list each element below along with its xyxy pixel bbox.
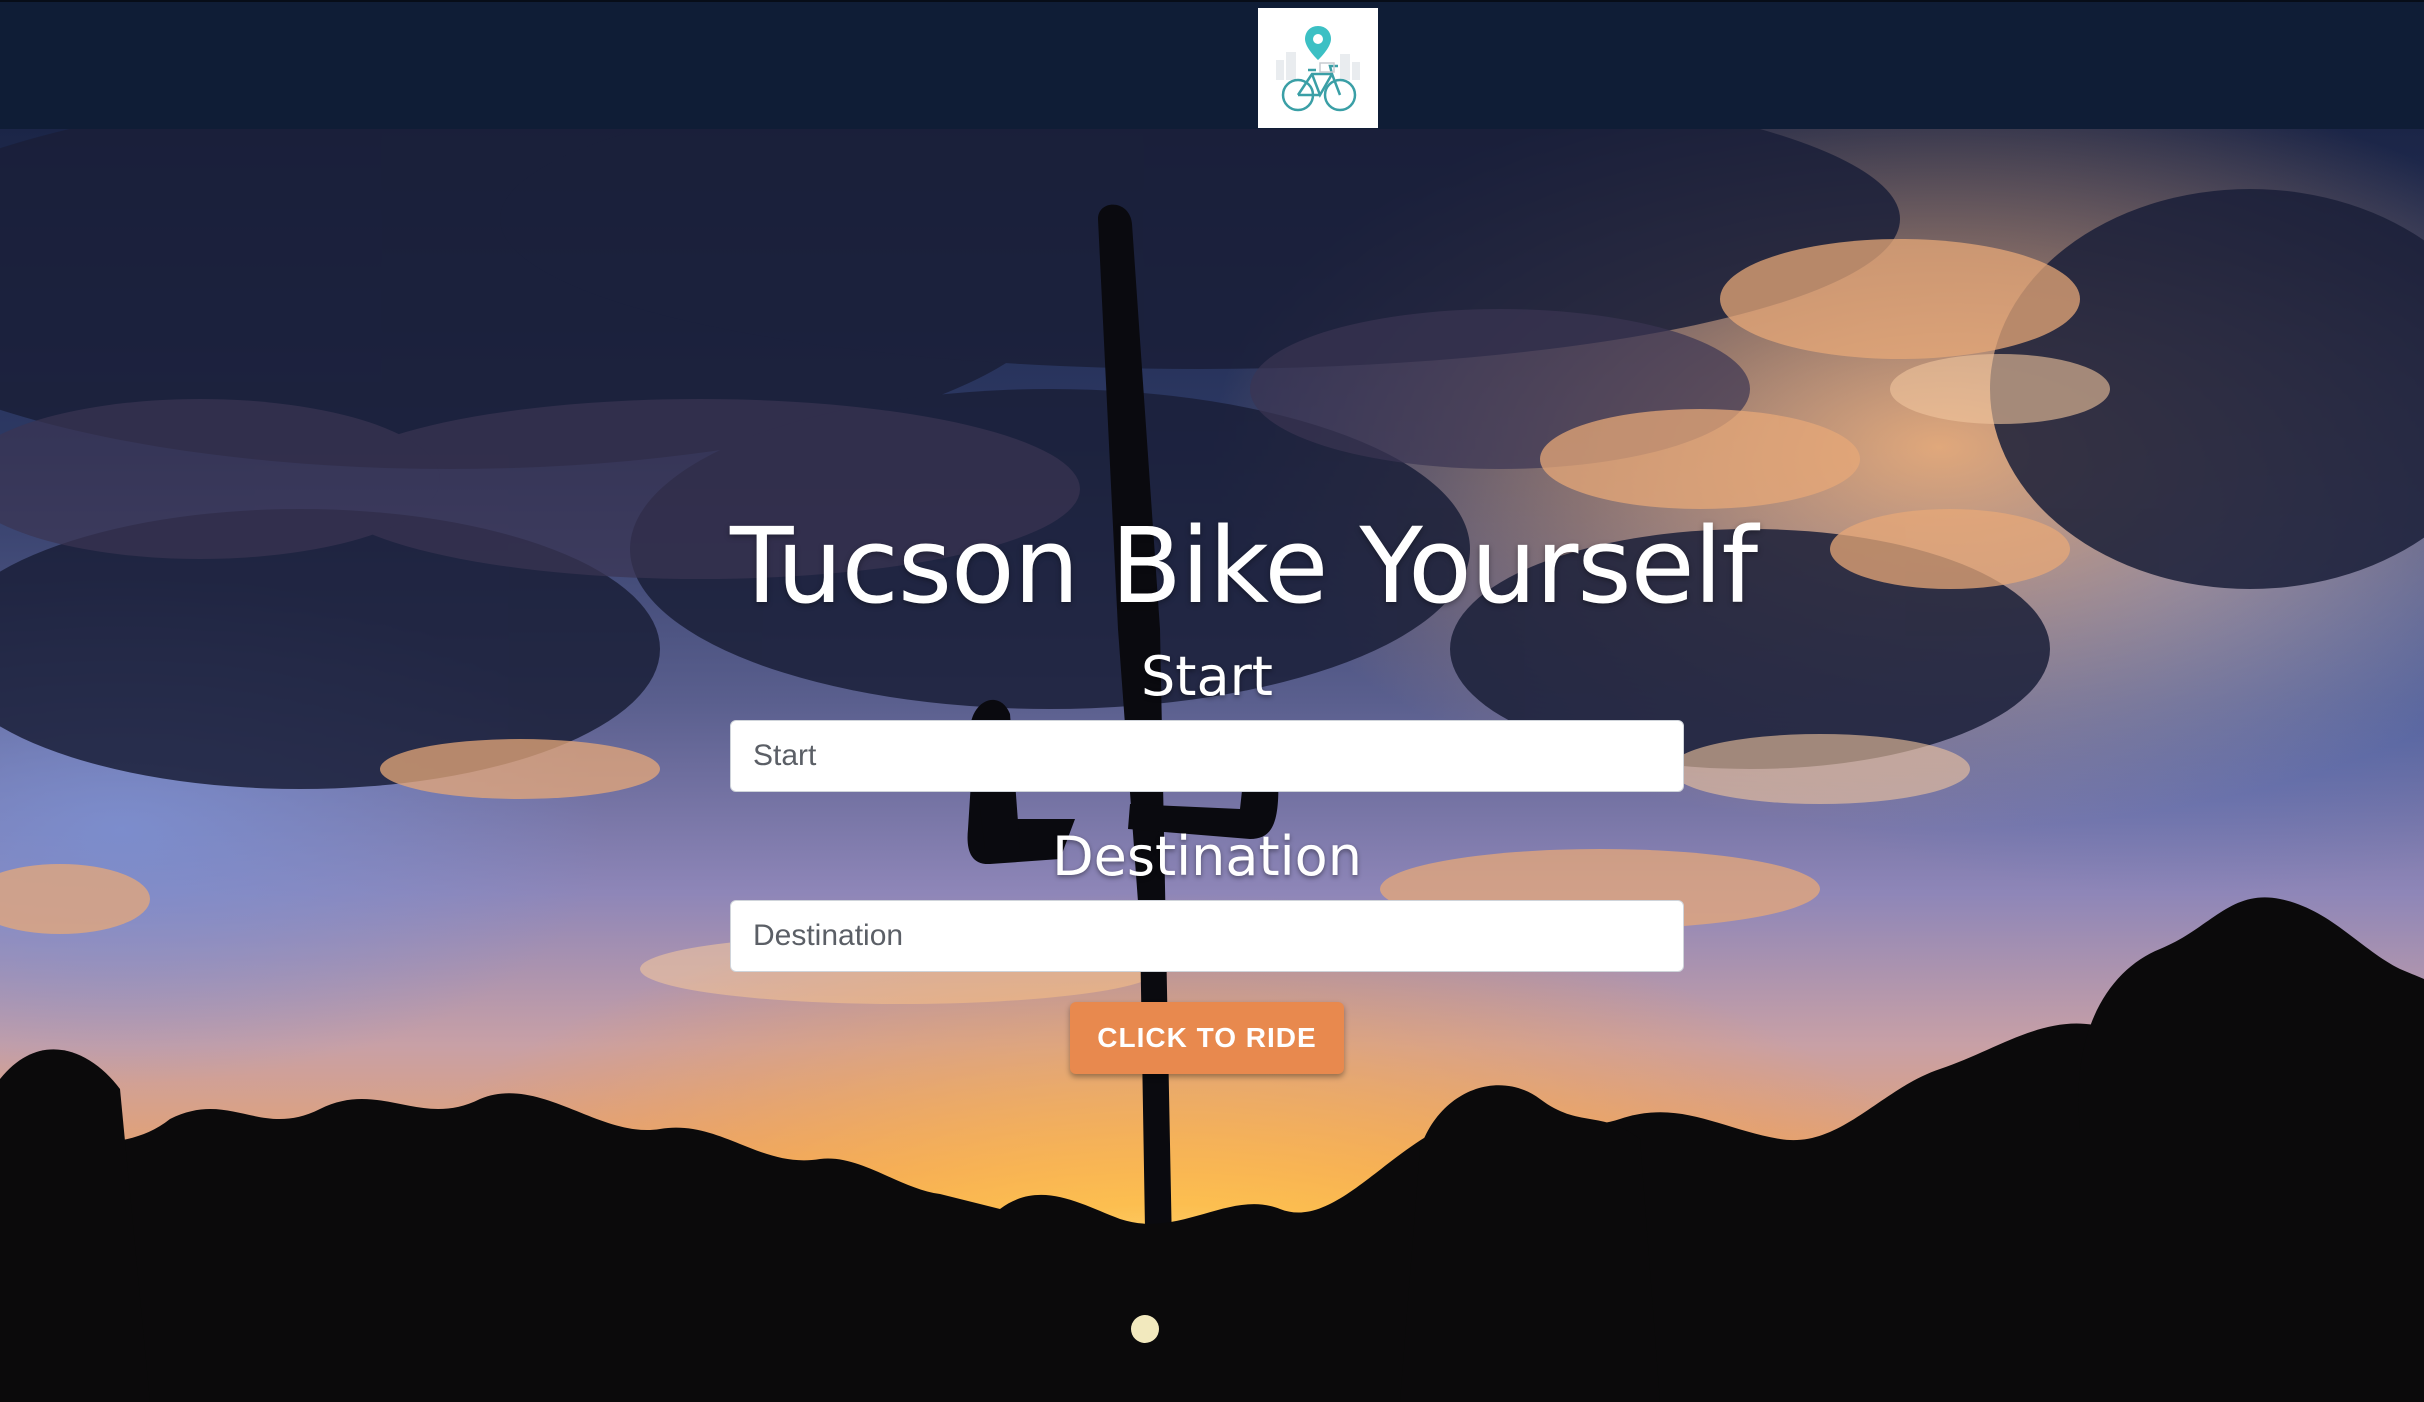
- page: Tucson Bike Yourself Start Destination C…: [0, 0, 2424, 1402]
- top-navbar: [0, 0, 2424, 129]
- destination-label: Destination: [1052, 825, 1362, 888]
- start-label: Start: [1141, 645, 1273, 708]
- site-logo[interactable]: [1258, 8, 1378, 128]
- route-form: Tucson Bike Yourself Start Destination C…: [730, 500, 1758, 1074]
- page-title: Tucson Bike Yourself: [730, 505, 1758, 627]
- submit-wrap: CLICK TO RIDE: [730, 1002, 1684, 1074]
- destination-input[interactable]: [730, 900, 1684, 972]
- bike-location-logo-icon: [1276, 26, 1360, 112]
- start-input[interactable]: [730, 720, 1684, 792]
- click-to-ride-button[interactable]: CLICK TO RIDE: [1070, 1002, 1344, 1074]
